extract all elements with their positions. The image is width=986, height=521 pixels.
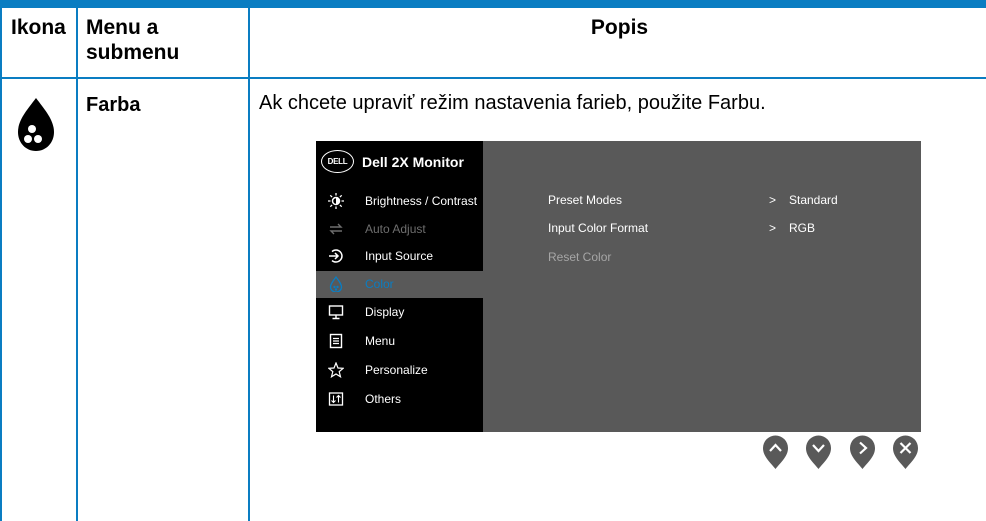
osd-item-brightness-contrast[interactable]: Brightness / Contrast [316, 188, 483, 215]
osd-item-label: Others [365, 392, 402, 406]
option-preset-modes[interactable]: Preset Modes [548, 193, 622, 207]
header-icon-column: Ikona [11, 16, 66, 39]
osd-item-color[interactable]: Color [316, 271, 483, 298]
auto-adjust-icon [329, 223, 343, 235]
input-color-format-value: RGB [789, 221, 816, 235]
menu-icon [329, 333, 343, 349]
monitor-model-title: Dell 2X Monitor [362, 154, 464, 170]
table-col-divider-2 [248, 8, 250, 521]
osd-item-input-source[interactable]: Input Source [316, 243, 483, 270]
osd-item-label: Brightness / Contrast [365, 194, 478, 208]
input-source-icon [329, 249, 343, 263]
osd-submenu-panel [483, 141, 921, 432]
osd-item-display[interactable]: Display [316, 299, 483, 326]
table-border-left [0, 8, 2, 521]
dell-logo: DELL [321, 150, 354, 173]
menu-label-farba: Farba [86, 94, 141, 116]
brightness-icon [328, 193, 344, 209]
osd-item-label: Auto Adjust [365, 222, 426, 236]
value-arrow: > [769, 193, 777, 207]
table-header-divider [0, 77, 986, 79]
osd-item-label: Display [365, 305, 405, 319]
osd-item-label: Color [365, 277, 394, 291]
color-drop-icon [18, 98, 54, 151]
description-text: Ak chcete upraviť režim nastavenia farie… [259, 92, 766, 114]
header-description-column: Popis [590, 16, 649, 39]
osd-item-label: Menu [365, 334, 396, 348]
chevron-up-icon[interactable] [762, 434, 789, 470]
value-arrow: > [769, 221, 777, 235]
close-icon[interactable] [892, 434, 919, 470]
option-input-color-format-value: > RGB [769, 221, 815, 235]
table-col-divider-1 [76, 8, 78, 521]
header-menu-column: Menu a submenu [86, 16, 180, 64]
preset-modes-value: Standard [789, 193, 838, 207]
osd-menu: DELL Dell 2X Monitor Brightness / Contra… [316, 141, 921, 432]
osd-item-others[interactable]: Others [316, 386, 483, 413]
osd-item-personalize[interactable]: Personalize [316, 357, 483, 384]
chevron-down-icon[interactable] [805, 434, 832, 470]
osd-item-auto-adjust[interactable]: Auto Adjust [316, 216, 483, 243]
osd-item-label: Personalize [365, 363, 428, 377]
table-top-border [0, 0, 986, 8]
star-icon [328, 362, 344, 378]
display-icon [328, 305, 344, 320]
option-input-color-format[interactable]: Input Color Format [548, 221, 648, 235]
option-preset-modes-value: > Standard [769, 193, 838, 207]
chevron-right-icon[interactable] [849, 434, 876, 470]
color-icon [329, 276, 343, 292]
osd-item-menu[interactable]: Menu [316, 328, 483, 355]
others-icon [328, 392, 344, 406]
osd-item-label: Input Source [365, 249, 434, 263]
option-reset-color[interactable]: Reset Color [548, 250, 611, 264]
